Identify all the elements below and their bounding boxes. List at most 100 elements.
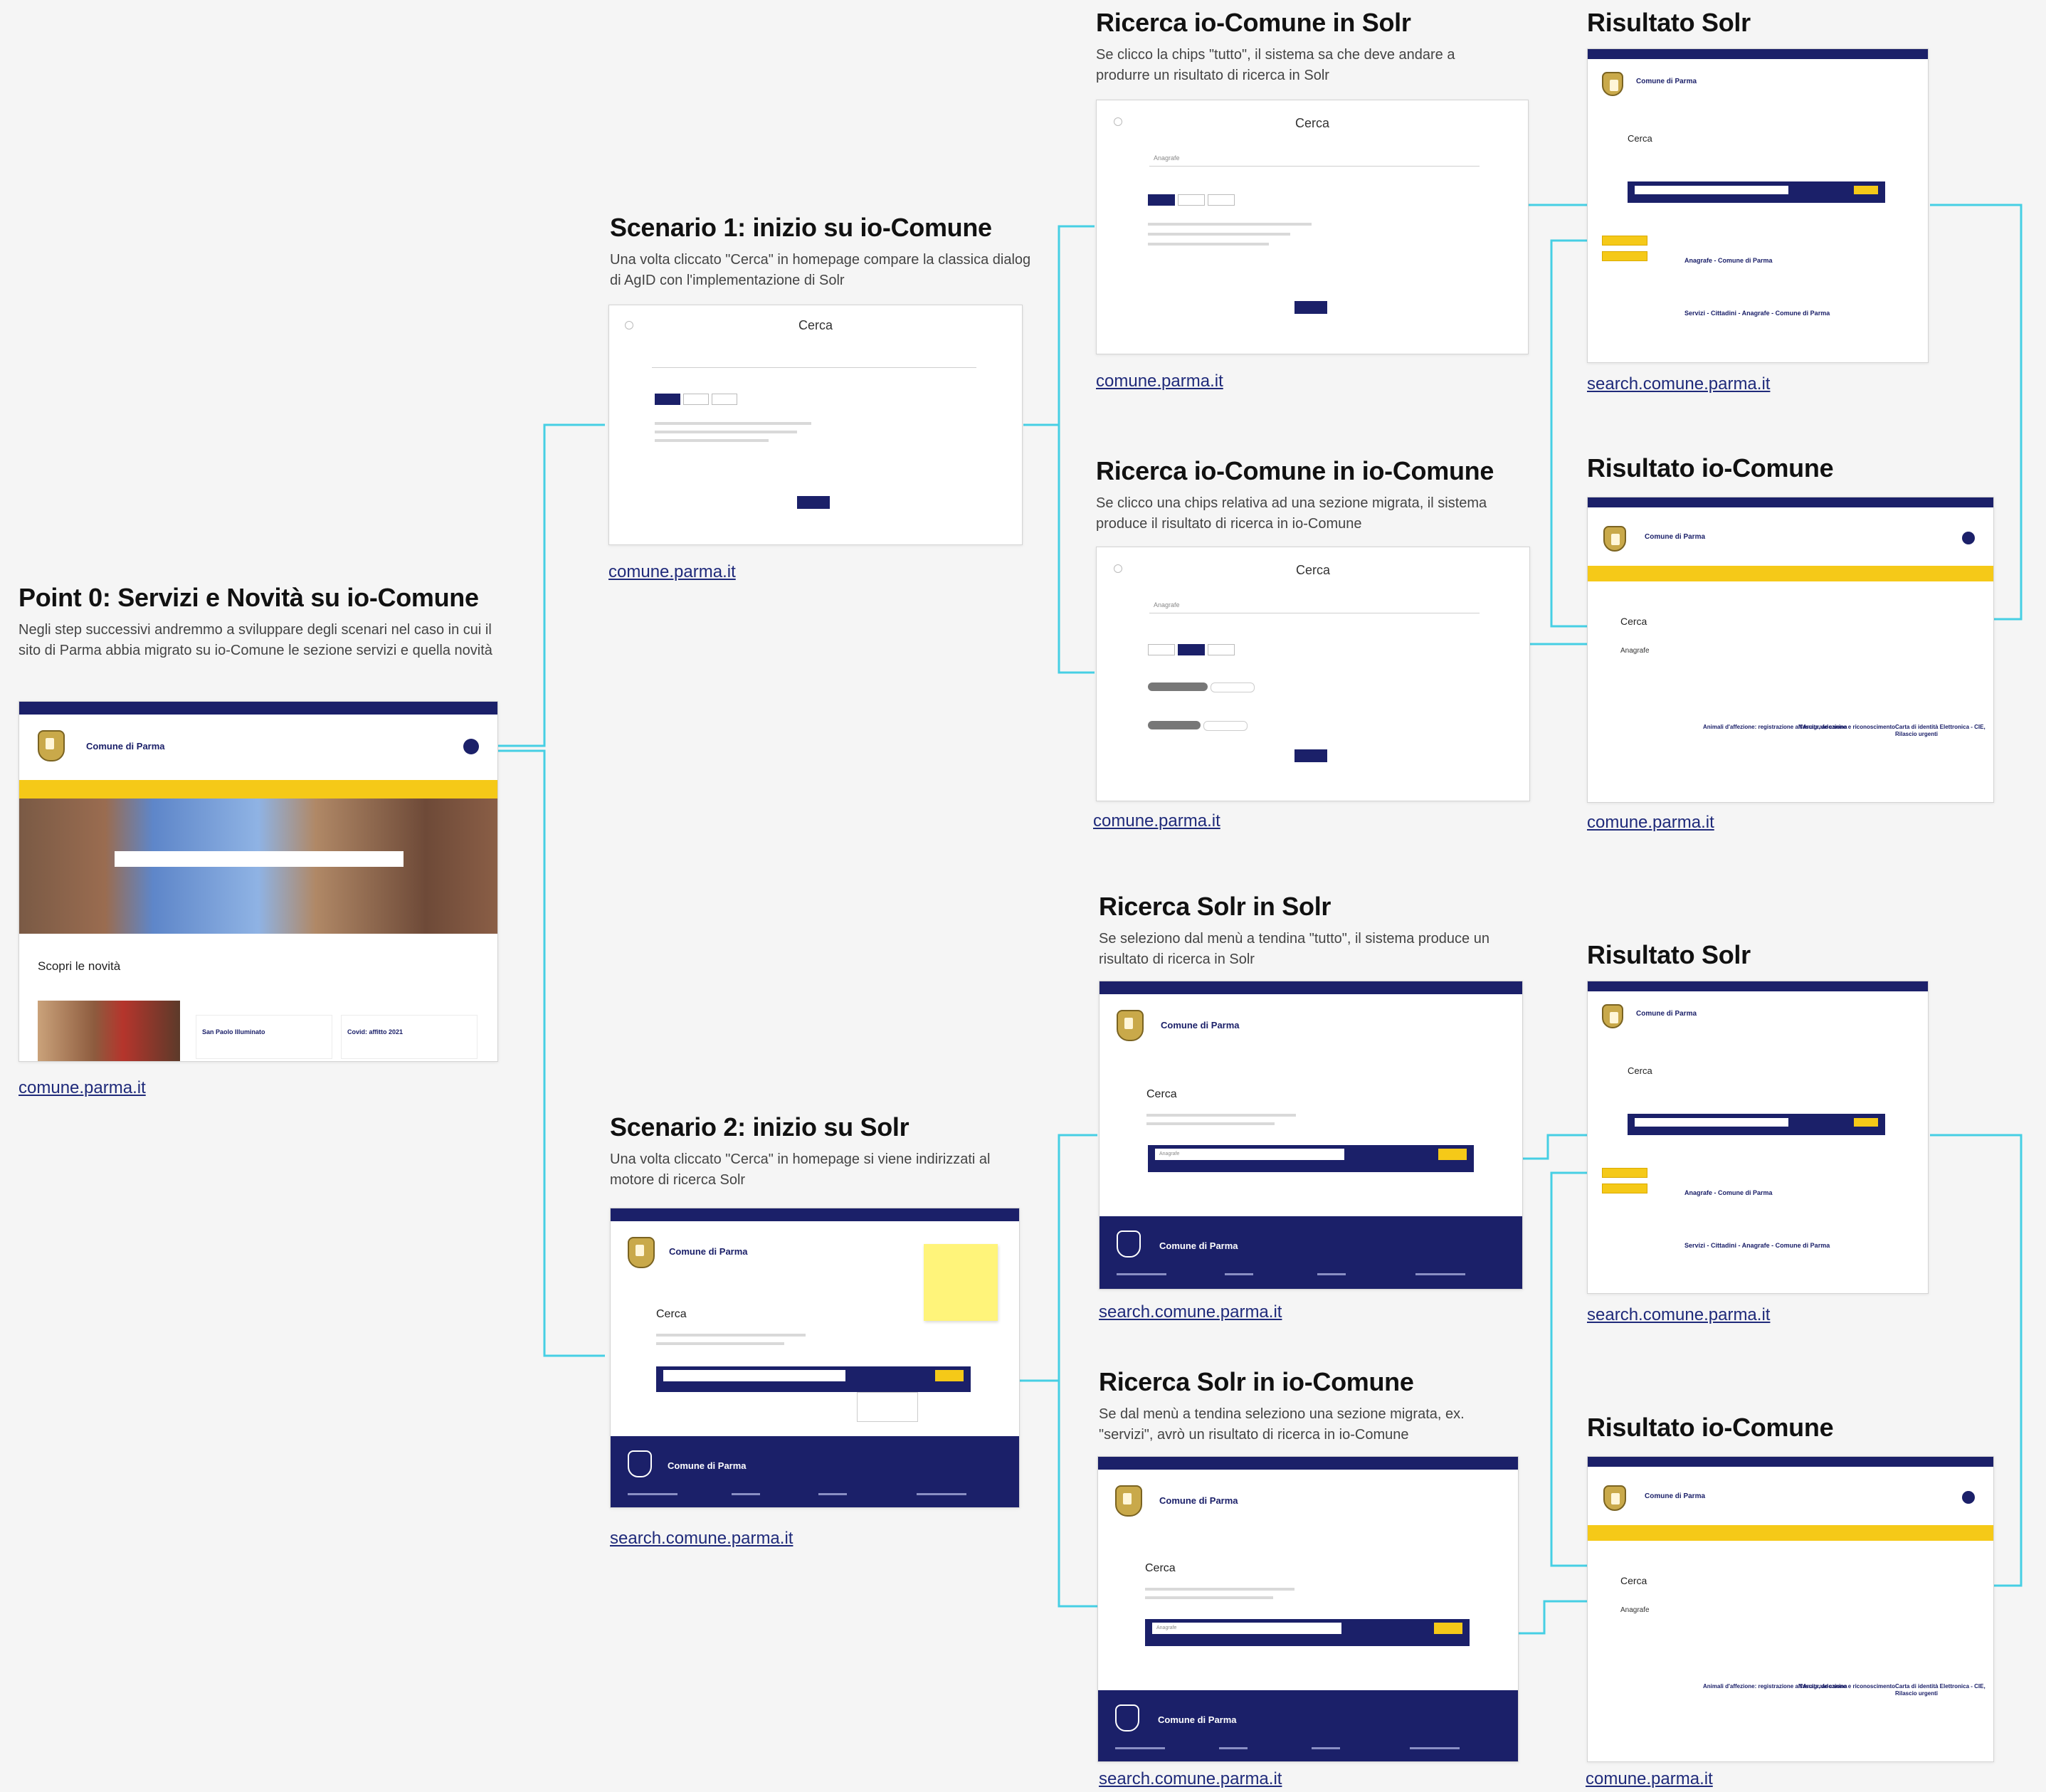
footer-crest-icon [1117,1230,1141,1258]
dropdown-menu[interactable] [857,1392,918,1422]
news-card-1[interactable]: San Paolo Illuminato [196,1015,332,1059]
top-strip [1588,981,1928,991]
solr-search-input[interactable]: Anagrafe [1152,1623,1341,1634]
dialog-search-button[interactable] [1294,301,1327,314]
chip-novita[interactable] [712,394,737,405]
risultato-solr-1-link[interactable]: search.comune.parma.it [1587,374,1770,394]
risultato-iocomune-1-link[interactable]: comune.parma.it [1587,813,1714,833]
site-name: Comune di Parma [1159,1495,1238,1506]
footer-link[interactable] [1415,1273,1465,1275]
dialog-search-button[interactable] [797,496,830,509]
ricerca-solr-iocomune-block: Ricerca Solr in io-Comune Se dal menù a … [1099,1366,1512,1445]
facet-tag[interactable] [1602,1184,1647,1193]
solr-search-input[interactable]: Anagrafe [1155,1149,1344,1160]
solr-search-input[interactable] [1635,186,1788,194]
solr-search-button[interactable] [1854,186,1878,194]
chip-tutto[interactable] [1148,194,1175,206]
facet-tag[interactable] [1602,251,1647,261]
ricerca-solr-iocomune-link[interactable]: search.comune.parma.it [1099,1769,1282,1789]
ricerca-iocomune-solr-link[interactable]: comune.parma.it [1096,371,1223,391]
solr-search-bar[interactable] [1628,181,1885,203]
result-title[interactable]: Anagrafe - Comune di Parma [1684,1189,1773,1196]
ricerca-solr-solr-link[interactable]: search.comune.parma.it [1099,1302,1282,1322]
sticky-note [924,1244,998,1321]
chip-servizi[interactable] [683,394,709,405]
chip-tutto[interactable] [655,394,680,405]
result-title[interactable]: Servizi - Cittadini - Anagrafe - Comune … [1684,1242,1830,1249]
facet-tag[interactable] [1602,236,1647,246]
footer-link[interactable] [1410,1747,1460,1749]
search-icon[interactable] [1962,532,1975,544]
result-card-title[interactable]: Carta di identità Elettronica - CIE, Ril… [1895,724,1993,737]
ricerca-solr-solr-page[interactable]: Comune di Parma Cerca Anagrafe Comune di… [1099,981,1523,1290]
search-query-label: Anagrafe [1620,647,1650,655]
solr-search-button[interactable] [1434,1623,1462,1634]
scenario2-solr-thumbnail[interactable]: Comune di Parma Cerca Comune di Parma [610,1208,1020,1508]
top-strip [1588,497,1993,507]
chip-novita[interactable] [1208,194,1235,206]
hero-search-field[interactable] [115,851,404,867]
result-title[interactable]: Anagrafe - Comune di Parma [1684,257,1773,264]
chip-servizi[interactable] [1178,194,1205,206]
risultato-solr-2-link[interactable]: search.comune.parma.it [1587,1305,1770,1325]
chip-novita[interactable] [1208,644,1235,655]
search-icon[interactable] [463,739,479,754]
ricerca-iocomune-iocomune-description: Se clicco una chips relativa ad una sezi… [1096,495,1487,532]
news-card-2[interactable]: Covid: affitto 2021 [341,1015,478,1059]
solr-search-input[interactable] [663,1370,845,1381]
footer-site-name: Comune di Parma [668,1460,747,1471]
dialog-search-input[interactable]: Anagrafe [1149,597,1480,613]
footer-link[interactable] [1117,1273,1166,1275]
news-card-2-title: Covid: affitto 2021 [347,1028,404,1035]
scenario1-description: Una volta cliccato "Cerca" in homepage c… [610,252,1031,289]
solr-search-bar[interactable] [1628,1114,1885,1135]
solr-search-button[interactable] [935,1370,964,1381]
ricerca-solr-solr-block: Ricerca Solr in Solr Se seleziono dal me… [1099,891,1497,970]
footer-link[interactable] [917,1493,966,1495]
footer-link[interactable] [628,1493,677,1495]
dialog-search-input[interactable] [652,352,976,368]
point0-link[interactable]: comune.parma.it [19,1078,146,1098]
scenario2-link[interactable]: search.comune.parma.it [610,1529,793,1549]
filter-pill[interactable] [1148,682,1208,691]
facet-tag[interactable] [1602,1168,1647,1178]
result-card-title[interactable]: Carta di identità Elettronica - CIE, Ril… [1895,1683,1993,1697]
footer-link[interactable] [1317,1273,1346,1275]
filter-pill[interactable] [1203,721,1248,731]
ricerca-iocomune-iocomune-dialog[interactable]: Cerca Anagrafe [1096,547,1530,801]
solr-search-bar[interactable]: Anagrafe [1145,1619,1470,1646]
scenario1-dialog-thumbnail[interactable]: Cerca [608,305,1023,545]
search-icon[interactable] [1962,1491,1975,1504]
dialog-search-input[interactable]: Anagrafe [1149,150,1480,167]
risultato-iocomune-1-page[interactable]: Comune di Parma Cerca Anagrafe Animali d… [1587,497,1994,803]
chip-tutto[interactable] [1148,644,1175,655]
solr-search-input[interactable] [1635,1118,1788,1127]
footer-link[interactable] [1115,1747,1165,1749]
ricerca-solr-iocomune-page[interactable]: Comune di Parma Cerca Anagrafe Comune di… [1097,1456,1519,1762]
result-card-title[interactable]: Nascita, adozione e riconoscimento [1798,724,1895,731]
scenario1-link[interactable]: comune.parma.it [608,562,736,582]
solr-search-bar[interactable]: Anagrafe [1148,1145,1474,1172]
result-title[interactable]: Servizi - Cittadini - Anagrafe - Comune … [1684,310,1830,317]
dialog-text-line [655,439,769,442]
chip-servizi[interactable] [1178,644,1205,655]
risultato-iocomune-2-page[interactable]: Comune di Parma Cerca Anagrafe Animali d… [1587,1456,1994,1762]
footer-link[interactable] [1219,1747,1248,1749]
ricerca-iocomune-solr-dialog[interactable]: Cerca Anagrafe [1096,100,1529,354]
risultato-iocomune-2-link[interactable]: comune.parma.it [1586,1769,1713,1789]
risultato-solr-2-page[interactable]: Comune di Parma Cerca Anagrafe - Comune … [1587,981,1929,1294]
footer-link[interactable] [1312,1747,1340,1749]
result-card-title[interactable]: Nascita, adozione e riconoscimento [1798,1683,1895,1690]
footer-link[interactable] [1225,1273,1253,1275]
point0-homepage-thumbnail[interactable]: Comune di Parma Scopri le novità San Pao… [19,701,498,1062]
footer-link[interactable] [818,1493,847,1495]
filter-pill[interactable] [1148,721,1201,729]
solr-search-button[interactable] [1438,1149,1467,1160]
solr-search-bar[interactable] [656,1366,971,1392]
filter-pill[interactable] [1211,682,1255,692]
dialog-search-button[interactable] [1294,749,1327,762]
risultato-solr-1-page[interactable]: Comune di Parma Cerca Anagrafe - Comune … [1587,48,1929,363]
solr-search-button[interactable] [1854,1118,1878,1127]
footer-link[interactable] [732,1493,760,1495]
ricerca-iocomune-iocomune-link[interactable]: comune.parma.it [1093,811,1220,831]
